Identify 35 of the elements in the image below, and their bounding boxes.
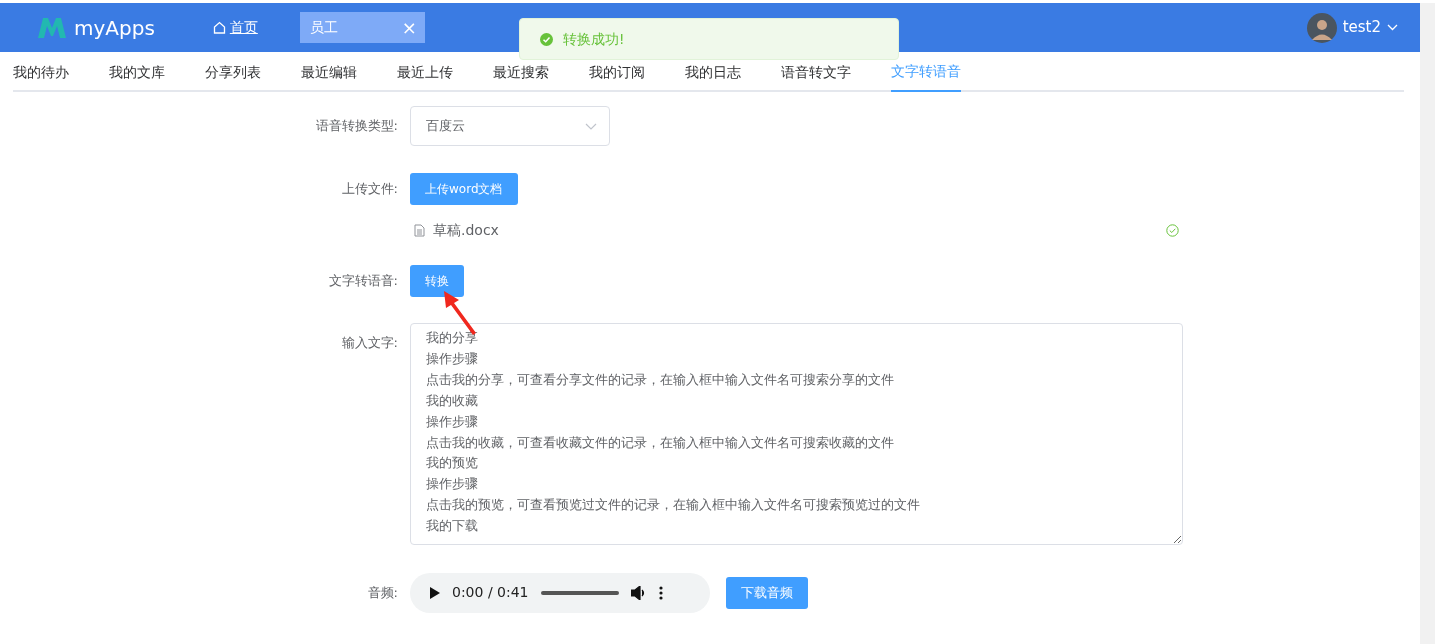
play-icon[interactable]	[430, 586, 440, 599]
scrollbar[interactable]	[1420, 3, 1435, 644]
home-icon	[212, 21, 226, 34]
home-link[interactable]: 首页	[212, 17, 258, 38]
logo-text: myApps	[74, 14, 155, 42]
tab[interactable]: 我的日志	[685, 52, 741, 92]
logo-icon	[36, 15, 68, 40]
audio-time: 0:00 / 0:41	[452, 583, 529, 602]
toast-text: 转换成功!	[563, 29, 625, 49]
select-field[interactable]: 百度云	[410, 106, 610, 146]
document-icon	[414, 224, 425, 237]
audio-player[interactable]: 0:00 / 0:41	[410, 572, 710, 613]
field-label: 语音转换类型:	[314, 117, 399, 136]
volume-icon[interactable]	[630, 585, 647, 600]
tab[interactable]: 语音转文字	[781, 52, 851, 92]
field-label: 输入文字:	[340, 334, 399, 352]
avatar[interactable]	[1306, 12, 1337, 43]
user-name[interactable]: test2	[1342, 16, 1381, 39]
more-icon[interactable]	[658, 585, 663, 600]
tab[interactable]: 我的待办	[13, 52, 69, 92]
field-label: 上传文件:	[340, 180, 399, 199]
field-label: 文字转语音:	[327, 272, 399, 291]
tab[interactable]: 最近上传	[397, 52, 453, 92]
tab[interactable]: 我的订阅	[589, 52, 645, 92]
chevron-icon	[585, 122, 597, 130]
audio-progress-track[interactable]	[540, 590, 619, 595]
file-name[interactable]: 草稿.docx	[433, 220, 499, 241]
caret-icon[interactable]	[1387, 24, 1398, 31]
select-value: 百度云	[426, 117, 465, 136]
tab[interactable]: 最近搜索	[493, 52, 549, 92]
field-label: 音频:	[366, 583, 399, 602]
success-icon	[540, 32, 553, 46]
tab[interactable]: 分享列表	[205, 52, 261, 92]
tab[interactable]: 我的文库	[109, 52, 165, 92]
tab[interactable]: 最近编辑	[301, 52, 357, 92]
